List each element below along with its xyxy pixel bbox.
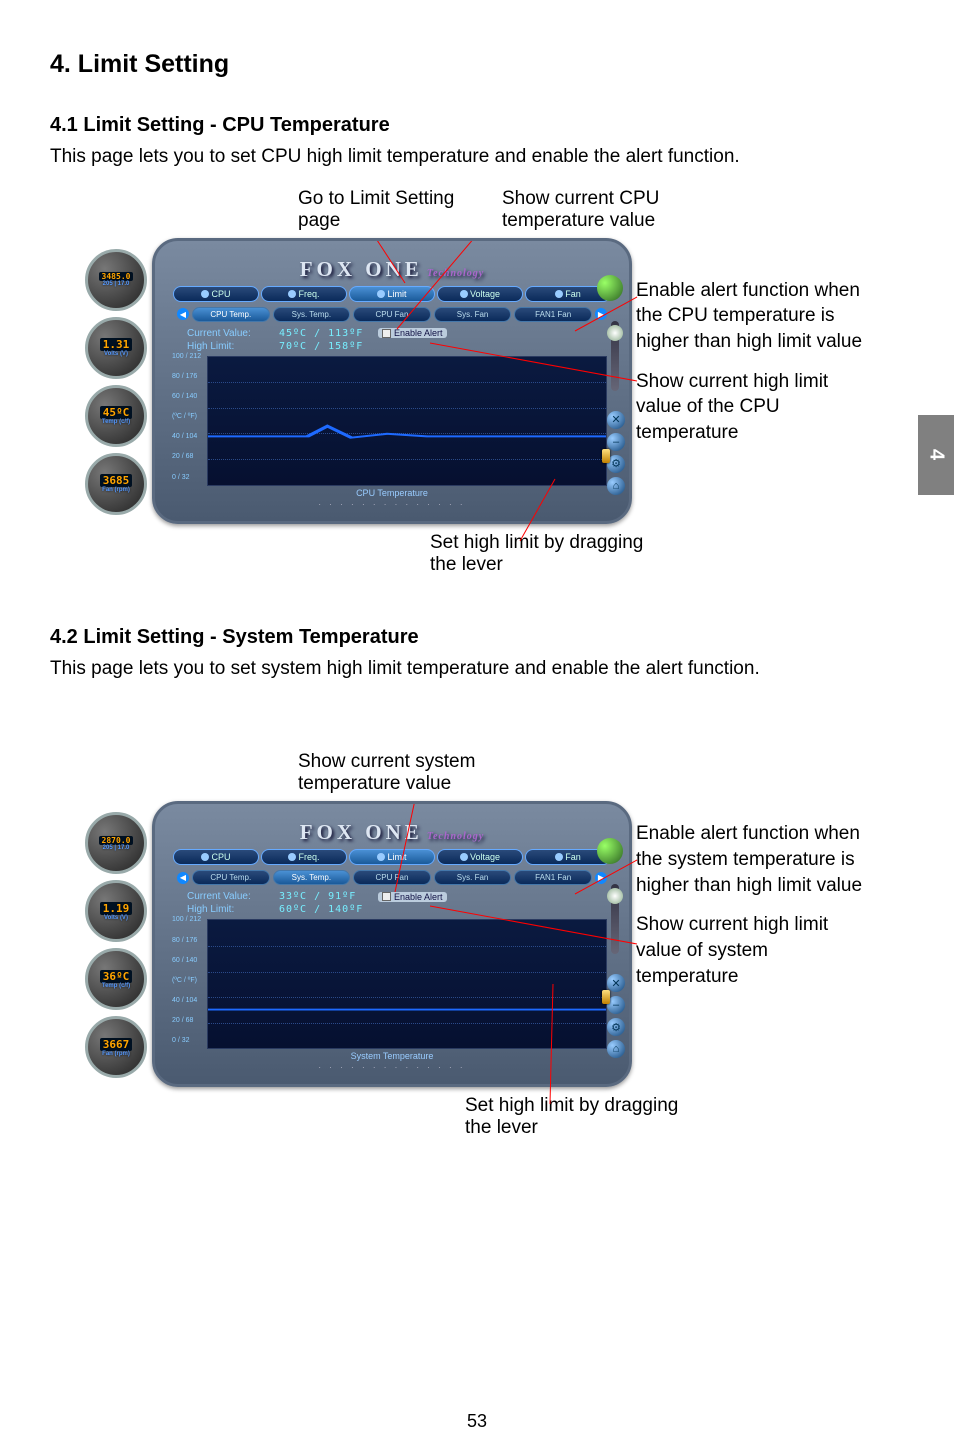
section1-title: 4.1 Limit Setting - CPU Temperature (50, 114, 904, 137)
brand-logo: FOX ONETechnology (167, 820, 617, 845)
callout-set-high-limit: Set high limit by dragging the lever (430, 532, 650, 576)
high-limit-value: 70ºC / 158ºF (279, 341, 364, 352)
callout-show-current-sys: Show current system temperature value (298, 751, 538, 795)
y-axis-unit: (ºC / ºF) (172, 977, 201, 984)
vertical-slider[interactable] (611, 884, 619, 954)
gauge-fan: 3685 Fan (rpm) (85, 453, 147, 515)
gauge-frequency: 2870.0 205 | 17.0 (85, 812, 147, 874)
y-tick: 40 / 104 (172, 997, 201, 1004)
vertical-slider[interactable] (611, 321, 619, 391)
callout-enable-alert: Enable alert function when the CPU tempe… (636, 278, 871, 355)
gauge-voltage: 1.31 Volts (V) (85, 317, 147, 379)
graph-title: CPU Temperature (167, 488, 617, 498)
callout-show-high-limit: Show current high limit value of the CPU… (636, 369, 871, 446)
section2-title: 4.2 Limit Setting - System Temperature (50, 626, 904, 649)
current-value: 45ºC / 113ºF (279, 328, 364, 339)
y-tick: 0 / 32 (172, 474, 201, 481)
prev-arrow-icon[interactable]: ◀ (177, 308, 189, 320)
y-tick: 60 / 140 (172, 957, 201, 964)
tab-cpu-fan[interactable]: CPU Fan (353, 870, 431, 885)
app-window: 2870.0 205 | 17.0 1.19 Volts (V) 36ºC Te… (152, 801, 632, 1087)
tab-cpu-fan[interactable]: CPU Fan (353, 307, 431, 322)
tab-freq-[interactable]: Freq. (261, 286, 347, 302)
tab-fan1-fan[interactable]: FAN1 Fan (514, 307, 592, 322)
callout-show-high-limit: Show current high limit value of system … (636, 912, 871, 989)
prev-arrow-icon[interactable]: ◀ (177, 872, 189, 884)
corner-orb-icon (597, 838, 623, 864)
tab-limit[interactable]: Limit (349, 849, 435, 865)
y-tick: 40 / 104 (172, 433, 201, 440)
high-limit-value: 60ºC / 140ºF (279, 904, 364, 915)
tab-cpu[interactable]: CPU (173, 849, 259, 865)
tab-sys-fan[interactable]: Sys. Fan (434, 307, 512, 322)
gauge-fan: 3667 Fan (rpm) (85, 1016, 147, 1078)
page-chapter-tab: 4 (918, 415, 954, 495)
graph-title: System Temperature (167, 1051, 617, 1061)
page-title: 4. Limit Setting (50, 50, 904, 79)
next-arrow-icon[interactable]: ▶ (595, 308, 607, 320)
y-tick: 60 / 140 (172, 393, 201, 400)
y-tick: 0 / 32 (172, 1037, 201, 1044)
callout-enable-alert: Enable alert function when the system te… (636, 821, 871, 898)
callout-go-to-limit: Go to Limit Setting page (298, 188, 478, 232)
ruler-ticks: · · · · · · · · · · · · · · (167, 1063, 617, 1072)
high-limit-label: High Limit: (187, 904, 265, 915)
high-limit-slider[interactable] (602, 990, 610, 1004)
brand-logo: FOX ONETechnology (167, 257, 617, 282)
y-tick: 20 / 68 (172, 453, 201, 460)
next-arrow-icon[interactable]: ▶ (595, 872, 607, 884)
tab-sys-temp-[interactable]: Sys. Temp. (273, 870, 351, 885)
gauge-temperature: 45ºC Temp (c/f) (85, 385, 147, 447)
y-tick: 80 / 176 (172, 373, 201, 380)
page-number: 53 (0, 1411, 954, 1432)
tab-cpu-temp-[interactable]: CPU Temp. (192, 870, 270, 885)
current-value-label: Current Value: (187, 328, 265, 339)
close-icon[interactable]: ✕ (607, 411, 625, 429)
ruler-ticks: · · · · · · · · · · · · · · (167, 500, 617, 509)
tab-sys-fan[interactable]: Sys. Fan (434, 870, 512, 885)
tab-sys-temp-[interactable]: Sys. Temp. (273, 307, 351, 322)
gauge-voltage: 1.19 Volts (V) (85, 880, 147, 942)
close-icon[interactable]: ✕ (607, 974, 625, 992)
callout-show-current-cpu: Show current CPU temperature value (502, 188, 682, 232)
y-tick: 80 / 176 (172, 937, 201, 944)
current-value: 33ºC / 91ºF (279, 891, 364, 902)
high-limit-slider[interactable] (602, 449, 610, 463)
tab-cpu[interactable]: CPU (173, 286, 259, 302)
enable-alert-checkbox[interactable]: Enable Alert (378, 328, 447, 338)
gauge-temperature: 36ºC Temp (c/f) (85, 948, 147, 1010)
home-icon[interactable]: ⌂ (607, 477, 625, 495)
app-window: 3485.0 205 | 17.0 1.31 Volts (V) 45ºC Te… (152, 238, 632, 524)
corner-orb-icon (597, 275, 623, 301)
current-value-label: Current Value: (187, 891, 265, 902)
tab-fan1-fan[interactable]: FAN1 Fan (514, 870, 592, 885)
section1-desc: This page lets you to set CPU high limit… (50, 145, 904, 170)
high-limit-label: High Limit: (187, 341, 265, 352)
home-icon[interactable]: ⌂ (607, 1040, 625, 1058)
tab-voltage[interactable]: Voltage (437, 849, 523, 865)
temperature-graph: 100 / 21280 / 17660 / 140(ºC / ºF)40 / 1… (207, 919, 607, 1049)
tab-cpu-temp-[interactable]: CPU Temp. (192, 307, 270, 322)
y-tick: 20 / 68 (172, 1017, 201, 1024)
y-axis-unit: (ºC / ºF) (172, 413, 201, 420)
settings-icon[interactable]: ⚙ (607, 1018, 625, 1036)
tab-voltage[interactable]: Voltage (437, 286, 523, 302)
callout-set-high-limit: Set high limit by dragging the lever (465, 1095, 685, 1139)
y-tick: 100 / 212 (172, 916, 201, 923)
enable-alert-checkbox[interactable]: Enable Alert (378, 892, 447, 902)
tab-freq-[interactable]: Freq. (261, 849, 347, 865)
gauge-frequency: 3485.0 205 | 17.0 (85, 249, 147, 311)
section2-desc: This page lets you to set system high li… (50, 657, 904, 682)
y-tick: 100 / 212 (172, 353, 201, 360)
minimize-icon[interactable]: – (607, 433, 625, 451)
temperature-graph: 100 / 21280 / 17660 / 140(ºC / ºF)40 / 1… (207, 356, 607, 486)
tab-limit[interactable]: Limit (349, 286, 435, 302)
